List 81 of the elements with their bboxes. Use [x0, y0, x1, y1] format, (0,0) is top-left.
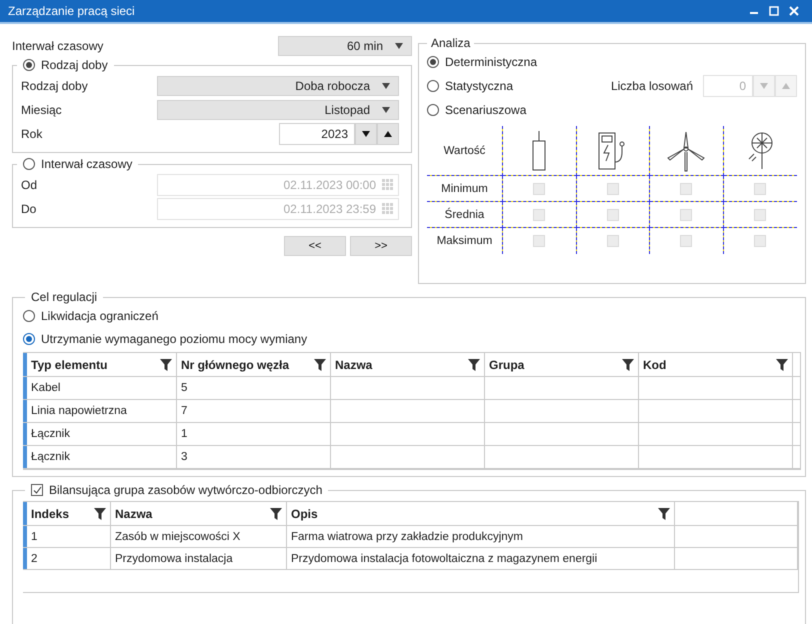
column-header[interactable]: Opis — [291, 506, 658, 520]
filter-icon[interactable] — [776, 358, 788, 370]
table-cell: Farma wiatrowa przy zakładzie produkcyjnym — [287, 526, 675, 548]
table-cell: 5 — [177, 377, 331, 400]
year-field[interactable]: 2023 — [279, 123, 355, 145]
up-triangle-icon — [384, 131, 392, 137]
radio-button[interactable] — [427, 104, 439, 116]
field-label: Liczba losowań — [610, 79, 693, 93]
table-cell: 7 — [177, 400, 331, 423]
filter-icon[interactable] — [270, 508, 282, 520]
table-cell: 1 — [177, 423, 331, 446]
row-label: Maksimum — [436, 235, 492, 247]
up-triangle-icon — [782, 83, 790, 89]
dropdown[interactable]: Listopad — [157, 100, 399, 120]
field-label: Rok — [20, 127, 44, 141]
radio-button[interactable] — [427, 80, 439, 92]
row-label: Minimum — [441, 182, 488, 194]
filter-icon[interactable] — [658, 508, 670, 520]
radio-button[interactable] — [23, 59, 35, 71]
table-cell: 3 — [177, 446, 331, 469]
row-label: Średnia — [444, 208, 484, 220]
radio-button[interactable] — [23, 310, 35, 322]
radio-button[interactable] — [23, 158, 35, 170]
table-cell: Kabel — [23, 377, 177, 400]
table-cell: 1 — [23, 526, 111, 548]
wind-turbine-icon — [666, 130, 706, 172]
filter-icon[interactable] — [468, 358, 480, 370]
maximize-icon — [769, 6, 779, 16]
column-header[interactable]: Typ elementu — [31, 358, 160, 372]
radio-label: Statystyczna — [445, 79, 514, 93]
column-header[interactable]: Kod — [643, 358, 776, 372]
filter-icon[interactable] — [314, 358, 326, 370]
radio-label: Interwał czasowy — [41, 157, 132, 171]
field-label: Interwał czasowy — [12, 39, 104, 53]
radio-label: Likwidacja ograniczeń — [41, 308, 158, 322]
radio-button[interactable] — [23, 332, 35, 344]
group-title: Cel regulacji — [30, 290, 98, 304]
row-marker — [23, 502, 27, 525]
down-triangle-icon — [382, 107, 390, 113]
dropdown[interactable]: Doba robocza — [157, 76, 399, 96]
table-cell: Zasób w miejscowości X — [111, 526, 287, 548]
group-title: Analiza — [430, 36, 472, 50]
filter-icon[interactable] — [94, 508, 106, 520]
column-header[interactable]: Nazwa — [335, 358, 468, 372]
nav-button[interactable]: >> — [350, 236, 412, 256]
table-cell: Przydomowa instalacja fotowoltaiczna z magazynem energii — [287, 548, 675, 570]
table-cell: Łącznik — [23, 423, 177, 446]
group-title: Bilansująca grupa zasobów wytwórczo-odbiorczych — [49, 483, 322, 497]
increment-button[interactable] — [377, 123, 399, 145]
field-label: Do — [20, 202, 38, 216]
window-title: Zarządzanie pracą sieci — [8, 4, 136, 18]
column-header[interactable]: Grupa — [489, 358, 622, 372]
field-label: Rodzaj doby — [20, 79, 89, 93]
cabinet-icon — [532, 130, 546, 170]
down-triangle-icon — [395, 43, 403, 49]
interval-dropdown[interactable]: 60 min — [278, 36, 412, 56]
table-cell: 2 — [23, 548, 111, 570]
table-cell: Przydomowa instalacja — [111, 548, 287, 570]
radio-label: Rodzaj doby — [41, 58, 108, 72]
filter-icon[interactable] — [622, 358, 634, 370]
table-cell: Linia napowietrzna — [23, 400, 177, 423]
row-marker — [23, 353, 27, 376]
table-cell: Łącznik — [23, 446, 177, 469]
column-header[interactable]: Indeks — [31, 506, 94, 520]
down-triangle-icon — [362, 131, 370, 137]
checkbox[interactable] — [31, 484, 43, 496]
decrement-button[interactable] — [355, 123, 377, 145]
radio-label: Deterministyczna — [445, 55, 538, 69]
down-triangle-icon — [760, 83, 768, 89]
down-triangle-icon — [382, 83, 390, 89]
radio-label: Utrzymanie wymaganego poziomu mocy wymiany — [41, 332, 308, 346]
field-label: Od — [20, 178, 38, 192]
column-header[interactable]: Nr głównego węzła — [181, 358, 314, 372]
nav-button[interactable]: << — [284, 236, 346, 256]
field-label: Miesiąc — [20, 103, 63, 117]
column-header[interactable]: Nazwa — [115, 506, 270, 520]
radio-button[interactable] — [427, 56, 439, 68]
row-label: Wartość — [444, 144, 486, 156]
radio-label: Scenariuszowa — [445, 103, 526, 117]
close-icon — [789, 6, 799, 16]
filter-icon[interactable] — [160, 358, 172, 370]
